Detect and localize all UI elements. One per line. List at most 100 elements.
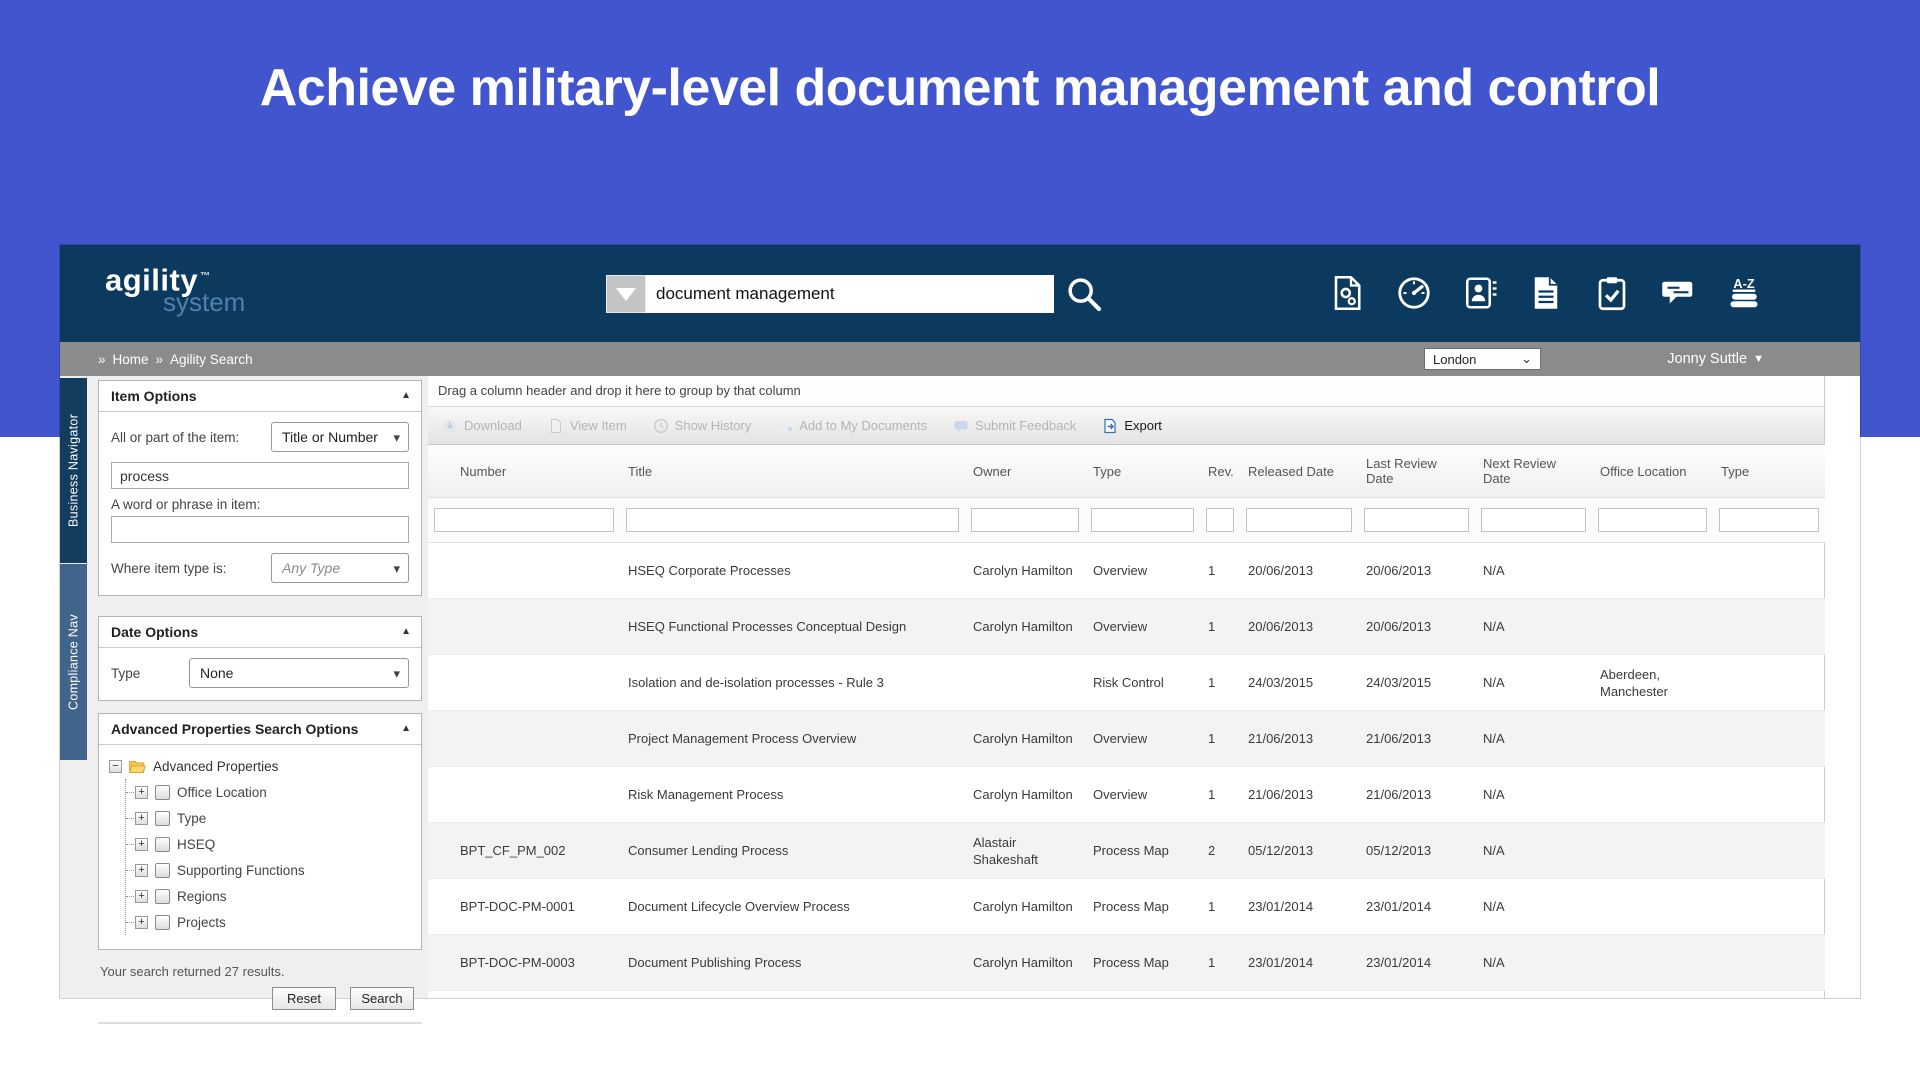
column-header-office-location[interactable]: Office Location	[1592, 445, 1713, 498]
cell-released-date: 20/06/2013	[1240, 543, 1358, 599]
contacts-icon[interactable]	[1462, 275, 1498, 311]
tree-checkbox[interactable]	[155, 837, 170, 852]
column-header-owner[interactable]: Owner	[965, 445, 1085, 498]
tree-item-label[interactable]: Office Location	[177, 785, 267, 800]
cell-next-review-date: N/A	[1475, 991, 1592, 999]
cell-number: BPT-DOC-PM-0004	[428, 991, 620, 999]
search-icon[interactable]	[1064, 274, 1104, 314]
cell-type	[1713, 767, 1825, 823]
tree-checkbox[interactable]	[155, 915, 170, 930]
page: Achieve military-level document manageme…	[0, 0, 1920, 1080]
column-header-type[interactable]: Type	[1085, 445, 1200, 498]
expand-node-icon[interactable]: +	[135, 812, 148, 825]
global-search	[606, 274, 1104, 314]
tree-checkbox[interactable]	[155, 785, 170, 800]
cell-type	[1713, 711, 1825, 767]
tree-item-label[interactable]: HSEQ	[177, 837, 215, 852]
column-header-last-review-date[interactable]: Last Review Date	[1358, 445, 1475, 498]
date-options-header[interactable]: Date Options	[99, 617, 421, 648]
cell-rev: 1	[1200, 711, 1240, 767]
table-row[interactable]: BPT-DOC-PM-0001Document Lifecycle Overvi…	[428, 879, 1825, 935]
cell-owner: Carolyn Hamilton	[965, 599, 1085, 655]
column-header-type[interactable]: Type	[1713, 445, 1825, 498]
item-text-input[interactable]	[111, 462, 409, 489]
filter-input-released-date[interactable]	[1246, 508, 1352, 532]
expand-node-icon[interactable]: +	[135, 838, 148, 851]
side-tab-compliance-nav[interactable]: Compliance Nav	[60, 564, 87, 760]
table-row[interactable]: HSEQ Functional Processes Conceptual Des…	[428, 599, 1825, 655]
search-button[interactable]: Search	[350, 987, 414, 1010]
side-tab-business-navigator[interactable]: Business Navigator	[60, 378, 87, 563]
dashboard-icon[interactable]	[1396, 275, 1432, 311]
group-by-drop-zone[interactable]: Drag a column header and drop it here to…	[428, 376, 1824, 407]
filter-input-last-review-date[interactable]	[1364, 508, 1469, 532]
match-select[interactable]: Title or Number	[271, 422, 409, 452]
location-select[interactable]: London	[1424, 348, 1541, 370]
expand-node-icon[interactable]: +	[135, 864, 148, 877]
column-header-number[interactable]: Number	[428, 445, 620, 498]
tree-item-label[interactable]: Supporting Functions	[177, 863, 305, 878]
advanced-properties-header[interactable]: Advanced Properties Search Options	[99, 714, 421, 745]
caret-down-icon	[616, 288, 636, 301]
cell-office-location: Aberdeen, Manchester	[1592, 655, 1713, 711]
column-header-rev[interactable]: Rev.	[1200, 445, 1240, 498]
item-type-select[interactable]: Any Type	[271, 553, 409, 583]
column-header-released-date[interactable]: Released Date	[1240, 445, 1358, 498]
cell-type: Overview	[1085, 599, 1200, 655]
tree-item-label[interactable]: Type	[177, 811, 206, 826]
filter-input-office-location[interactable]	[1598, 508, 1707, 532]
table-row[interactable]: HSEQ Corporate ProcessesCarolyn Hamilton…	[428, 543, 1825, 599]
tree-item-label[interactable]: Projects	[177, 915, 226, 930]
table-row[interactable]: Risk Management ProcessCarolyn HamiltonO…	[428, 767, 1825, 823]
filter-input-type[interactable]	[1719, 508, 1819, 532]
download-button: Download	[442, 418, 522, 434]
tree-checkbox[interactable]	[155, 811, 170, 826]
column-header-title[interactable]: Title	[620, 445, 965, 498]
submit-feedback-button: Submit Feedback	[953, 418, 1076, 434]
tree-checkbox[interactable]	[155, 889, 170, 904]
user-menu[interactable]: Jonny Suttle ▼	[1667, 342, 1764, 376]
header-nav-icons: A-Z	[1330, 275, 1762, 311]
filter-input-owner[interactable]	[971, 508, 1079, 532]
export-button[interactable]: Export	[1102, 418, 1162, 434]
filter-input-rev[interactable]	[1206, 508, 1234, 532]
expand-node-icon[interactable]: +	[135, 916, 148, 929]
side-tabs: Business NavigatorCompliance Nav	[60, 378, 87, 760]
cell-type: Overview	[1085, 543, 1200, 599]
expand-node-icon[interactable]: +	[135, 786, 148, 799]
document-icon[interactable]	[1528, 275, 1564, 311]
filter-input-type[interactable]	[1091, 508, 1194, 532]
clipboard-check-icon[interactable]	[1594, 275, 1630, 311]
document-settings-icon[interactable]	[1330, 275, 1366, 311]
date-type-select[interactable]: None	[189, 658, 409, 688]
tree-checkbox[interactable]	[155, 863, 170, 878]
collapse-node-icon[interactable]: −	[109, 760, 122, 773]
cell-type: Process Map	[1085, 935, 1200, 991]
results-area: Drag a column header and drop it here to…	[428, 376, 1860, 998]
cell-number	[428, 543, 620, 599]
agility-logo[interactable]: agility™ system	[105, 261, 245, 314]
logo-line2: system	[163, 290, 245, 314]
table-row[interactable]: BPT-DOC-PM-0003Document Publishing Proce…	[428, 935, 1825, 991]
column-header-next-review-date[interactable]: Next Review Date	[1475, 445, 1592, 498]
filter-input-number[interactable]	[434, 508, 614, 532]
cell-last-review-date: 23/01/2014	[1358, 991, 1475, 999]
search-input[interactable]	[646, 275, 1054, 313]
table-row[interactable]: Project Management Process OverviewCarol…	[428, 711, 1825, 767]
az-index-icon[interactable]: A-Z	[1726, 275, 1762, 311]
filter-input-title[interactable]	[626, 508, 959, 532]
table-row[interactable]: BPT-DOC-PM-0004Document Feedback Process…	[428, 991, 1825, 999]
item-options-header[interactable]: Item Options	[99, 381, 421, 412]
reset-button[interactable]: Reset	[272, 987, 336, 1010]
tree-item-label[interactable]: Regions	[177, 889, 227, 904]
table-row[interactable]: Isolation and de-isolation processes - R…	[428, 655, 1825, 711]
breadcrumb-item-home[interactable]: Home	[113, 352, 149, 367]
phrase-input[interactable]	[111, 516, 409, 543]
breadcrumb-item-agility-search[interactable]: Agility Search	[170, 352, 253, 367]
table-row[interactable]: BPT_CF_PM_002Consumer Lending ProcessAla…	[428, 823, 1825, 879]
search-scope-dropdown[interactable]	[606, 275, 646, 313]
feedback-icon[interactable]	[1660, 275, 1696, 311]
filter-input-next-review-date[interactable]	[1481, 508, 1586, 532]
expand-node-icon[interactable]: +	[135, 890, 148, 903]
folder-open-icon	[128, 758, 147, 774]
